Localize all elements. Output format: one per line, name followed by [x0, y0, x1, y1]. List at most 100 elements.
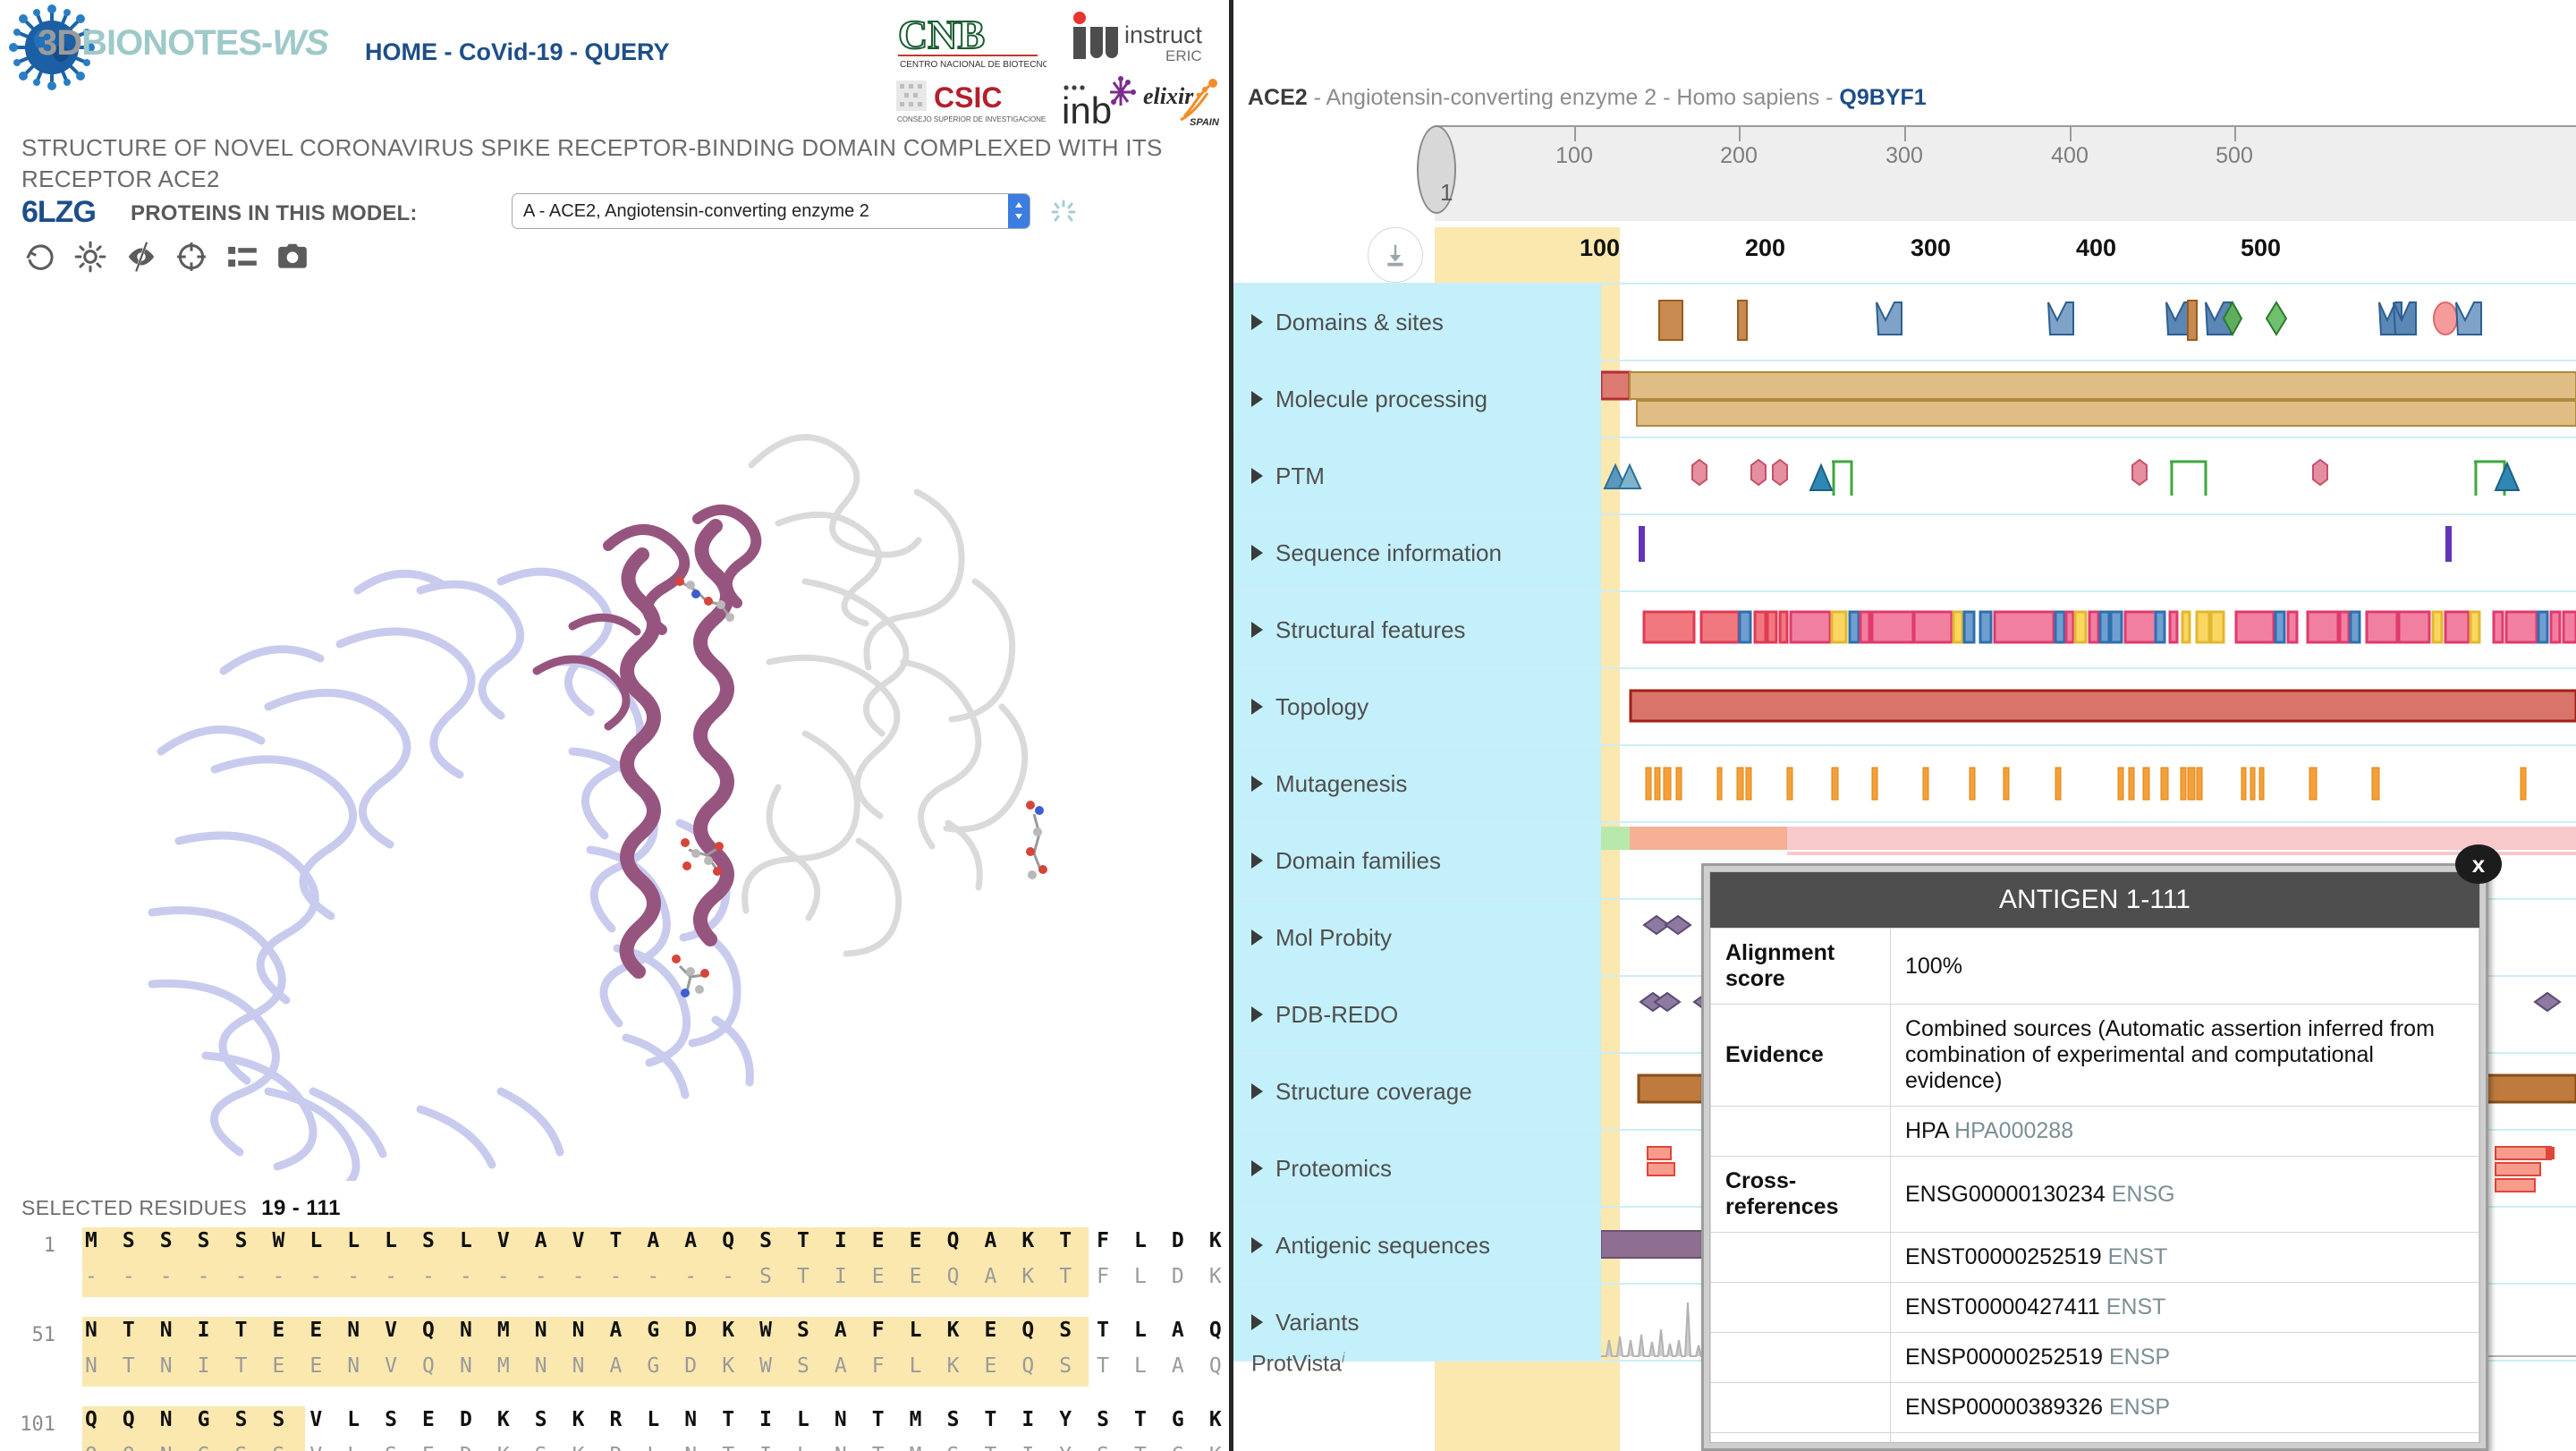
track-ruler-label: 400 — [2075, 234, 2116, 261]
sequence-residues: M S S S S W L L L S L V A V T A A Q S T … — [85, 1229, 1228, 1252]
sequence-block[interactable]: 101 Q Q N G S S V L S E D K S K R L N T … — [0, 1406, 1229, 1451]
track-structural-features[interactable]: Structural features — [1233, 590, 2576, 669]
tooltip-link[interactable]: ENSP — [2109, 1345, 2170, 1370]
track-title: Antigenic sequences — [1275, 1231, 1490, 1259]
track-features[interactable] — [1601, 746, 2576, 821]
tooltip-link[interactable]: ENST — [2108, 1244, 2168, 1269]
track-features[interactable] — [1601, 515, 2576, 590]
track-topology[interactable]: Topology — [1233, 667, 2576, 746]
track-features[interactable] — [1601, 592, 2576, 667]
nav-home-link[interactable]: HOME — [365, 38, 437, 65]
sequence-block[interactable]: 51 N T N I T E E N V Q N M N N A G D K W… — [0, 1317, 1229, 1387]
tooltip-value: HPA HPA000288 — [1890, 1106, 2479, 1157]
tooltip-link[interactable]: ENST — [2106, 1294, 2166, 1319]
nav-query-link[interactable]: QUERY — [585, 38, 670, 65]
track-features[interactable] — [1601, 361, 2576, 437]
sequence-navigation-ruler[interactable]: 100 200 300 400 500 1 — [1417, 125, 2576, 221]
tooltip-value: ENSP00000389326 ENSP — [1890, 1382, 2479, 1433]
track-label[interactable]: Structural features — [1233, 592, 1601, 667]
table-row: ENST00000427411 ENST — [1710, 1282, 2479, 1333]
track-label[interactable]: Proteomics — [1233, 1131, 1601, 1206]
chevron-right-icon[interactable] — [1251, 468, 1263, 484]
chevron-right-icon[interactable] — [1251, 1314, 1263, 1330]
uniprot-accession-link[interactable]: Q9BYF1 — [1839, 85, 1926, 110]
sequence-residues: Q Q N G S S V L S E D K S K R L N T I L … — [85, 1408, 1228, 1431]
tooltip-value: ENSG00000130234 ENSG — [1890, 1156, 2479, 1233]
track-features[interactable] — [1601, 669, 2576, 744]
chevron-right-icon[interactable] — [1251, 622, 1263, 638]
brightness-icon[interactable] — [73, 240, 120, 276]
track-label[interactable]: PTM — [1233, 438, 1601, 513]
track-title: Sequence information — [1275, 539, 1502, 566]
track-mutagenesis[interactable]: Mutagenesis — [1233, 744, 2576, 823]
chevron-right-icon[interactable] — [1251, 1083, 1263, 1099]
svg-text:elixir: elixir — [1143, 83, 1194, 109]
track-label[interactable]: Structure coverage — [1233, 1054, 1601, 1129]
track-features[interactable] — [1601, 284, 2576, 360]
tooltip-value-text: ENSP00000252519 — [1905, 1345, 2109, 1370]
tooltip-link[interactable]: ENSG — [2112, 1182, 2175, 1207]
track-title: Structural features — [1275, 615, 1466, 643]
track-label[interactable]: Antigenic sequences — [1233, 1208, 1601, 1283]
pdb-id[interactable]: 6LZG — [21, 195, 97, 230]
sequence-start-number: 51 — [31, 1324, 56, 1346]
center-target-icon[interactable] — [174, 240, 221, 276]
track-label[interactable]: Domain families — [1233, 823, 1601, 898]
track-title: Mol Probity — [1275, 923, 1393, 951]
track-features[interactable] — [1601, 438, 2576, 513]
track-label[interactable]: PDB-REDO — [1233, 977, 1601, 1052]
chevron-right-icon[interactable] — [1251, 545, 1263, 561]
reset-view-icon[interactable] — [23, 240, 70, 276]
legend-list-icon[interactable] — [225, 240, 272, 276]
chevron-right-icon[interactable] — [1251, 1160, 1263, 1176]
protvista-footer: ProtVistai — [1251, 1351, 1345, 1377]
tooltip-table: Alignment score 100% Evidence Combined s… — [1710, 928, 2479, 1442]
chevron-right-icon[interactable] — [1251, 1006, 1263, 1022]
track-label[interactable]: Domains & sites — [1233, 284, 1601, 360]
track-ptm[interactable]: PTM — [1233, 437, 2576, 515]
navigation-start-position: 1 — [1440, 179, 1453, 206]
sequence-alignment: - - - - - - - - - - - - - - - - - - S T … — [85, 1265, 1228, 1288]
chevron-right-icon[interactable] — [1251, 929, 1263, 946]
chevron-right-icon[interactable] — [1251, 776, 1263, 792]
close-icon[interactable]: x — [2455, 844, 2502, 884]
track-label[interactable]: Sequence information — [1233, 515, 1601, 590]
brand-header: 3DBIONOTES-WS HOME - CoVid-19 - QUERY CN… — [0, 0, 1229, 131]
table-row: Evidence Combined sources (Automatic ass… — [1710, 1004, 2479, 1107]
chain-select[interactable]: A - ACE2, Angiotensin-converting enzyme … — [512, 193, 1030, 229]
table-row: HPA HPA000288 — [1710, 1106, 2479, 1157]
info-icon[interactable]: i — [1342, 1351, 1345, 1366]
camera-screenshot-icon[interactable] — [275, 240, 322, 276]
chevron-right-icon[interactable] — [1251, 314, 1263, 330]
protein-description: - Angiotensin-converting enzyme 2 - Homo… — [1307, 85, 1840, 110]
sequence-block[interactable]: 1 M S S S S W L L L S L V A V T A A Q S … — [0, 1227, 1229, 1297]
feature-tooltip[interactable]: ANTIGEN 1-111 Alignment score 100% Evide… — [1701, 844, 2502, 1451]
track-molecule-processing[interactable]: Molecule processing — [1233, 360, 2576, 438]
track-sequence-information[interactable]: Sequence information — [1233, 513, 2576, 592]
track-domains-and-sites[interactable]: Domains & sites — [1233, 283, 2576, 361]
main-nav: HOME - CoVid-19 - QUERY — [365, 38, 670, 66]
tooltip-link[interactable]: HPA000288 — [1954, 1118, 2073, 1143]
track-label[interactable]: Variants — [1233, 1285, 1601, 1360]
protvista-label: ProtVista — [1251, 1351, 1342, 1377]
chevron-right-icon[interactable] — [1251, 1237, 1263, 1253]
chevron-right-icon[interactable] — [1251, 699, 1263, 715]
download-icon[interactable] — [1368, 227, 1423, 283]
chevron-right-icon[interactable] — [1251, 391, 1263, 407]
nav-covid19-link[interactable]: CoVid-19 — [459, 38, 564, 65]
hide-eye-icon[interactable] — [124, 240, 171, 276]
tooltip-key: Tools — [1710, 1432, 1891, 1442]
chevron-updown-icon[interactable] — [1008, 194, 1030, 228]
csic-logo: CSIC CONSEJO SUPERIOR DE INVESTIGACIONES… — [896, 81, 1046, 123]
brand-3d: 3D — [38, 23, 82, 63]
track-label[interactable]: Mol Probity — [1233, 900, 1601, 975]
chevron-right-icon[interactable] — [1251, 853, 1263, 869]
track-label[interactable]: Mutagenesis — [1233, 746, 1601, 821]
track-ruler-label: 500 — [2240, 234, 2281, 261]
molecular-structure-viewer[interactable] — [0, 286, 1229, 1181]
svg-text:ERIC: ERIC — [1165, 47, 1202, 64]
tooltip-link[interactable]: ENSP — [2109, 1395, 2170, 1420]
track-label[interactable]: Molecule processing — [1233, 361, 1601, 437]
ruler-tick-label: 100 — [1555, 143, 1593, 168]
track-label[interactable]: Topology — [1233, 669, 1601, 744]
